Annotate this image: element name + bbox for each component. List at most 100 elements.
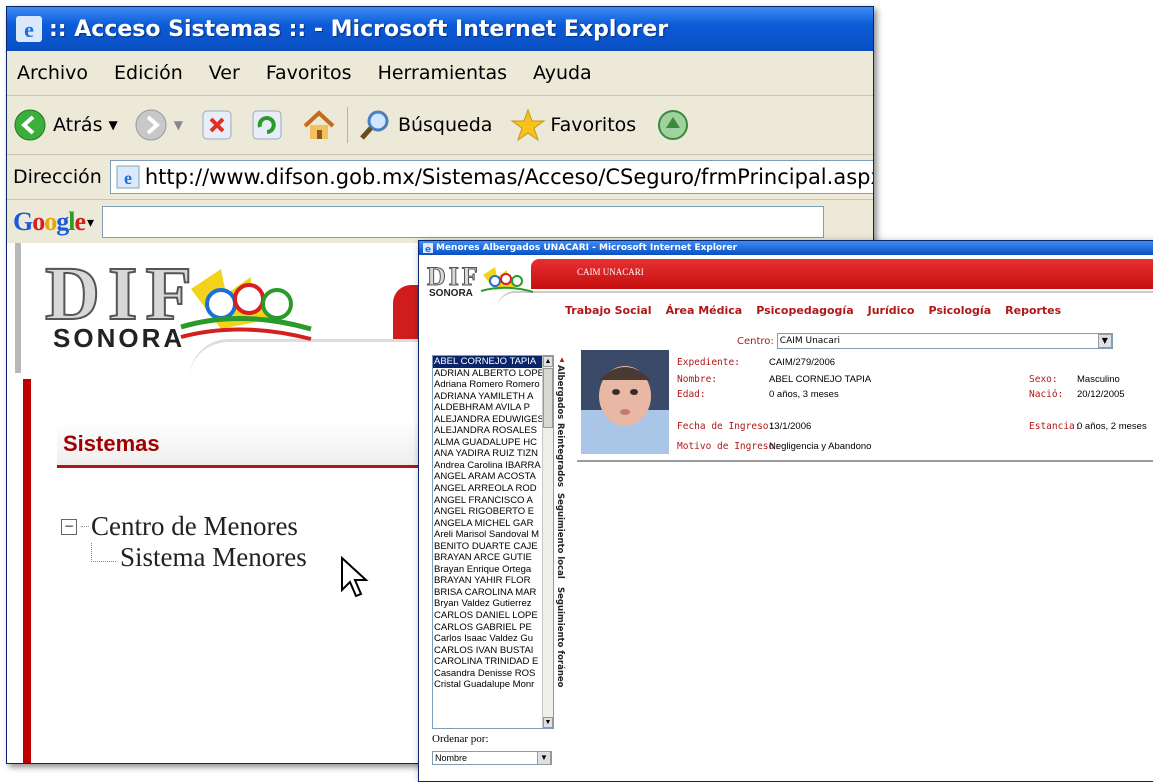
nav-juridico[interactable]: Jurídico xyxy=(868,304,915,317)
list-item[interactable]: ANGEL ARREOLA ROD xyxy=(433,483,544,495)
tree-node-sistema-menores[interactable]: Sistema Menores xyxy=(61,542,307,573)
back-window-titlebar[interactable]: e :: Acceso Sistemas :: - Microsoft Inte… xyxy=(7,7,873,51)
list-item[interactable]: ALEJANDRA EDUWIGES xyxy=(433,414,544,426)
list-item[interactable]: Cristal Guadalupe Monr xyxy=(433,679,544,691)
list-item[interactable]: CARLOS IVAN BUSTAI xyxy=(433,645,544,657)
google-logo[interactable]: Google xyxy=(13,207,86,237)
list-item[interactable]: Casandra Denisse ROS xyxy=(433,668,544,680)
front-window-titlebar[interactable]: e Menores Albergados UNACARI - Microsoft… xyxy=(419,241,1153,255)
centro-select[interactable]: CAIM Unacari ▼ xyxy=(776,333,1113,349)
edad-label: Edad: xyxy=(677,389,706,400)
back-dropdown-icon[interactable]: ▼ xyxy=(108,118,117,132)
list-item[interactable]: ANGEL RIGOBERTO E xyxy=(433,506,544,518)
estancia-value: 0 años, 2 meses xyxy=(1077,421,1147,432)
list-item[interactable]: ANA YADIRA RUIZ TIZN xyxy=(433,448,544,460)
list-item[interactable]: ANGEL FRANCISCO A xyxy=(433,495,544,507)
home-icon[interactable] xyxy=(301,108,337,142)
estancia-label: Estancia: xyxy=(1029,421,1081,432)
menu-edicion[interactable]: Edición xyxy=(114,62,183,84)
list-item[interactable]: CAROLINA TRINIDAD E xyxy=(433,656,544,668)
ordenar-select[interactable]: Nombre ▼ xyxy=(432,751,552,765)
menu-favoritos[interactable]: Favoritos xyxy=(266,62,352,84)
menu-herramientas[interactable]: Herramientas xyxy=(378,62,507,84)
tab-albergados[interactable]: Albergados xyxy=(555,365,565,419)
list-item[interactable]: BENITO DUARTE CAJE xyxy=(433,541,544,553)
back-arrow-icon xyxy=(14,109,46,141)
list-item[interactable]: ANGEL ARAM ACOSTA xyxy=(433,471,544,483)
list-scrollbar[interactable]: ▲ ▼ xyxy=(542,356,553,728)
list-item[interactable]: BRAYAN YAHIR FLOR xyxy=(433,575,544,587)
forward-dropdown-icon[interactable]: ▼ xyxy=(174,118,183,132)
google-toolbar: Google ▾ xyxy=(7,200,873,245)
address-url: http://www.difson.gob.mx/Sistemas/Acceso… xyxy=(144,165,874,189)
dif-sonora-logo: DIF SONORA xyxy=(44,251,312,353)
collapse-icon[interactable]: − xyxy=(61,518,77,535)
list-item[interactable]: CARLOS GABRIEL PE xyxy=(433,622,544,634)
list-item[interactable]: ADRIAN ALBERTO LOPEZ xyxy=(433,368,544,380)
list-item[interactable]: ALMA GUADALUPE HC xyxy=(433,437,544,449)
nav-psicopedagogia[interactable]: Psicopedagogía xyxy=(756,304,853,317)
favorites-button[interactable]: Favoritos xyxy=(510,108,636,142)
list-item[interactable]: Carlos Isaac Valdez Gu xyxy=(433,633,544,645)
svg-text:e: e xyxy=(425,245,431,253)
google-search-input[interactable] xyxy=(102,206,825,238)
address-bar: Dirección e http://www.difson.gob.mx/Sis… xyxy=(7,155,873,200)
address-field[interactable]: e http://www.difson.gob.mx/Sistemas/Acce… xyxy=(109,160,874,194)
motivo-value: Negligencia y Abandono xyxy=(769,441,872,452)
address-label: Dirección xyxy=(13,166,102,188)
list-item[interactable]: CARLOS DANIEL LOPE xyxy=(433,610,544,622)
child-photo xyxy=(581,350,669,454)
expediente-value: CAIM/279/2006 xyxy=(769,357,836,368)
details-divider xyxy=(577,460,1153,462)
nav-reportes[interactable]: Reportes xyxy=(1005,304,1061,317)
scroll-thumb[interactable] xyxy=(543,368,553,428)
list-item[interactable]: ALEJANDRA ROSALES xyxy=(433,425,544,437)
page-icon: e xyxy=(116,165,140,189)
left-accent-bar xyxy=(23,379,31,763)
tree-node-centro-menores[interactable]: − Centro de Menores xyxy=(61,511,307,542)
list-item[interactable]: Andrea Carolina IBARRA xyxy=(433,460,544,472)
list-item[interactable]: BRISA CAROLINA MAR xyxy=(433,587,544,599)
list-item[interactable]: Brayan Enrique Ortega xyxy=(433,564,544,576)
google-dropdown-icon[interactable]: ▾ xyxy=(87,214,94,231)
menu-archivo[interactable]: Archivo xyxy=(17,62,88,84)
search-button[interactable]: Búsqueda xyxy=(358,108,492,142)
list-item[interactable]: Adriana Romero Romero xyxy=(433,379,544,391)
list-item[interactable]: ALDEBHRAM AVILA P xyxy=(433,402,544,414)
list-item[interactable]: Bryan Valdez Gutierrez xyxy=(433,598,544,610)
nombre-value: ABEL CORNEJO TAPIA xyxy=(769,374,872,385)
menu-bar: Archivo Edición Ver Favoritos Herramient… xyxy=(7,51,873,96)
svg-text:e: e xyxy=(124,168,132,188)
menu-ayuda[interactable]: Ayuda xyxy=(533,62,592,84)
stop-icon[interactable] xyxy=(201,109,233,141)
dif-sonora-logo-small: DIF SONORA xyxy=(427,262,534,299)
scroll-down-icon[interactable]: ▼ xyxy=(543,717,553,728)
menu-ver[interactable]: Ver xyxy=(209,62,240,84)
tab-seguimiento-local[interactable]: Seguimiento local xyxy=(555,493,565,579)
tab-reintegrados[interactable]: Reintegrados xyxy=(555,423,565,487)
list-item[interactable]: ADRIANA YAMILETH A xyxy=(433,391,544,403)
chevron-down-icon[interactable]: ▼ xyxy=(1097,334,1112,348)
motivo-label: Motivo de Ingreso: xyxy=(677,441,780,452)
list-item[interactable]: ANGELA MICHEL GAR xyxy=(433,518,544,530)
refresh-icon[interactable] xyxy=(251,109,283,141)
nav-trabajo-social[interactable]: Trabajo Social xyxy=(565,304,652,317)
nacio-label: Nació: xyxy=(1029,389,1064,400)
scroll-up-icon[interactable]: ▲ xyxy=(543,356,553,367)
minors-listbox[interactable]: ABEL CORNEJO TAPIA ADRIAN ALBERTO LOPEZ Ad… xyxy=(432,355,554,729)
forward-button[interactable]: ▼ xyxy=(134,108,183,142)
nav-psicologia[interactable]: Psicología xyxy=(928,304,991,317)
nav-area-medica[interactable]: Área Médica xyxy=(666,304,743,317)
list-item[interactable]: ABEL CORNEJO TAPIA xyxy=(433,356,544,368)
favorites-star-icon xyxy=(510,108,547,142)
svg-text:SONORA: SONORA xyxy=(429,288,473,299)
chevron-down-icon[interactable]: ▼ xyxy=(537,751,551,765)
list-items: ABEL CORNEJO TAPIA ADRIAN ALBERTO LOPEZ Ad… xyxy=(433,356,553,691)
back-button[interactable]: Atrás ▼ xyxy=(13,108,118,142)
list-item[interactable]: Areli Marisol Sandoval M xyxy=(433,529,544,541)
search-icon xyxy=(360,110,389,140)
media-icon[interactable] xyxy=(656,108,690,142)
list-item[interactable]: BRAYAN ARCE GUTIE xyxy=(433,552,544,564)
sexo-value: Masculino xyxy=(1077,374,1120,385)
tab-seguimiento-foraneo[interactable]: Seguimiento foráneo xyxy=(555,587,565,688)
